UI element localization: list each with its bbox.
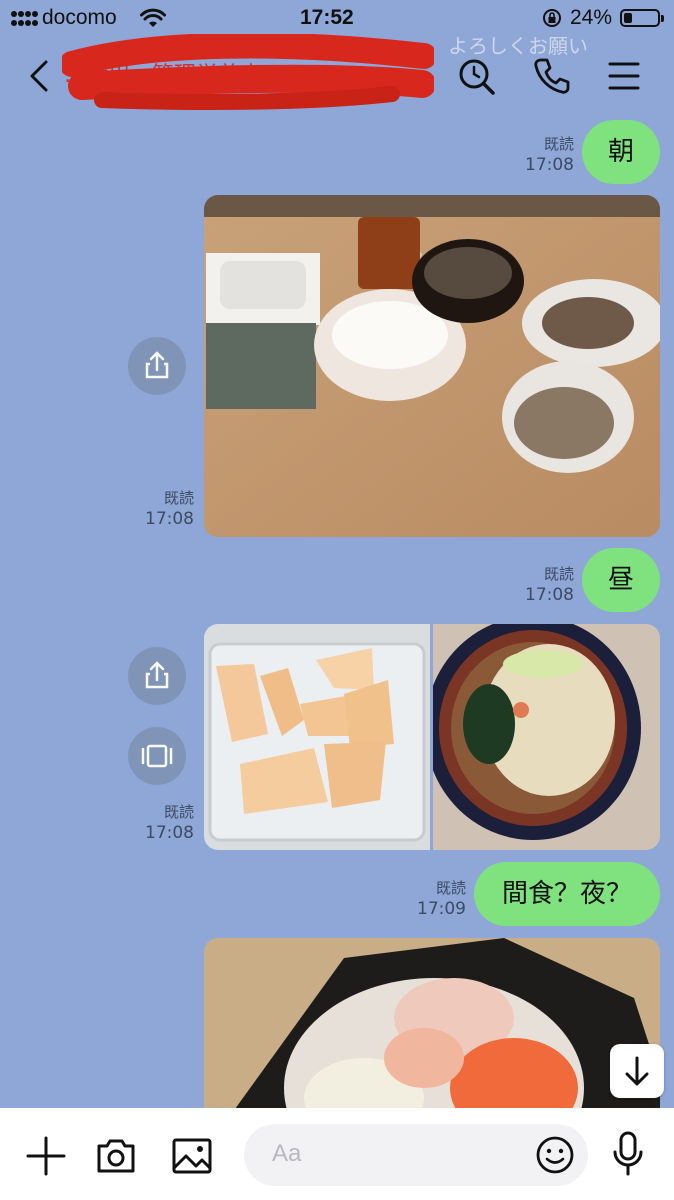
scroll-to-bottom-button[interactable]: [610, 1044, 664, 1098]
message-bubble[interactable]: 間食？夜？: [474, 862, 660, 926]
signal-icon: [11, 11, 38, 26]
message-time: 17:08: [525, 585, 574, 605]
udon-image: [433, 624, 660, 850]
menu-icon[interactable]: [604, 56, 644, 96]
faint-header-text: よろしくお願い: [448, 34, 588, 58]
melon-image: [204, 624, 430, 850]
wifi-icon: [140, 8, 166, 27]
message-time: 17:09: [417, 899, 466, 919]
read-receipt: 既読 17:08: [120, 802, 194, 844]
melon-photo[interactable]: [204, 624, 430, 850]
read-label: 既読: [435, 879, 466, 897]
back-chevron-icon[interactable]: [24, 58, 54, 94]
share-icon: [145, 661, 169, 689]
redaction-scribble: [62, 34, 434, 110]
carrier-name: docomo: [42, 6, 117, 29]
battery-icon: [620, 9, 664, 27]
search-icon[interactable]: [456, 56, 496, 96]
message-time: 17:08: [145, 509, 194, 529]
image-icon[interactable]: [170, 1134, 214, 1178]
udon-photo[interactable]: [433, 624, 660, 850]
read-receipt: 既読 17:09: [392, 878, 466, 920]
battery-percent: 24%: [570, 6, 613, 29]
read-label: 既読: [543, 565, 574, 583]
share-button[interactable]: [128, 647, 186, 705]
phone-icon[interactable]: [532, 56, 572, 96]
arrow-down-icon: [625, 1056, 649, 1086]
camera-icon[interactable]: [94, 1134, 138, 1178]
share-icon: [145, 351, 169, 379]
share-button[interactable]: [128, 337, 186, 395]
message-time: 17:08: [525, 155, 574, 175]
emoji-icon[interactable]: [534, 1134, 576, 1176]
breakfast-photo[interactable]: [204, 195, 660, 537]
read-label: 既読: [543, 135, 574, 153]
album-button[interactable]: [128, 727, 186, 785]
album-icon: [141, 744, 173, 768]
breakfast-image: [204, 195, 660, 537]
read-receipt: 既読 17:08: [500, 564, 574, 606]
read-label: 既読: [163, 489, 194, 507]
plus-icon[interactable]: [24, 1134, 68, 1178]
message-bubble[interactable]: 昼: [582, 548, 660, 612]
mic-icon[interactable]: [608, 1130, 648, 1178]
message-placeholder: Aa: [272, 1140, 302, 1167]
message-bubble[interactable]: 朝: [582, 120, 660, 184]
read-label: 既読: [163, 803, 194, 821]
rotation-lock-icon: [543, 9, 561, 27]
read-receipt: 既読 17:08: [120, 488, 194, 530]
message-time: 17:08: [145, 823, 194, 843]
status-time: 17:52: [300, 6, 354, 29]
read-receipt: 既読 17:08: [500, 134, 574, 176]
